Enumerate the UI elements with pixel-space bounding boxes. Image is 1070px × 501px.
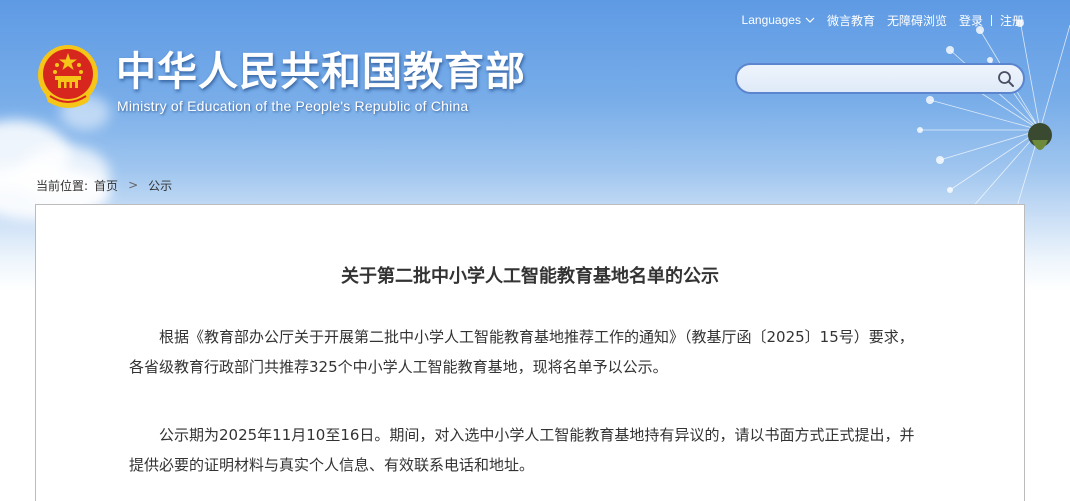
chevron-down-icon	[805, 17, 815, 23]
breadcrumb-home-link[interactable]: 首页	[94, 177, 118, 194]
breadcrumb-prefix: 当前位置:	[36, 178, 89, 193]
weibo-link[interactable]: 微言教育	[827, 12, 875, 29]
article-paragraph: 根据《教育部办公厅关于开展第二批中小学人工智能教育基地推荐工作的通知》（教基厅函…	[129, 328, 914, 376]
page: Languages 微言教育 无障碍浏览 登录 注册 中华人民共和国教育部 Mi…	[0, 0, 1070, 501]
breadcrumb: 当前位置: 首页 > 公示	[36, 177, 172, 193]
breadcrumb-separator: >	[128, 178, 139, 192]
search-box	[735, 63, 1025, 94]
accessibility-link[interactable]: 无障碍浏览	[887, 12, 947, 29]
search-input[interactable]	[749, 69, 989, 89]
register-link[interactable]: 注册	[1000, 12, 1024, 29]
national-emblem-icon[interactable]	[36, 44, 100, 110]
article-paragraph: 公示期为2025年11月10至16日。期间，对入选中小学人工智能教育基地持有异议…	[129, 426, 915, 474]
site-title-en[interactable]: Ministry of Education of the People's Re…	[117, 98, 468, 114]
link-divider	[990, 14, 992, 26]
article-container: 关于第二批中小学人工智能教育基地名单的公示 根据《教育部办公厅关于开展第二批中小…	[35, 204, 1025, 501]
languages-label: Languages	[741, 13, 801, 27]
article-title: 关于第二批中小学人工智能教育基地名单的公示	[341, 266, 719, 287]
languages-dropdown[interactable]: Languages	[742, 13, 815, 27]
login-link[interactable]: 登录	[959, 12, 983, 29]
site-title-cn[interactable]: 中华人民共和国教育部	[116, 48, 526, 96]
breadcrumb-current-link[interactable]: 公示	[148, 177, 172, 194]
search-icon[interactable]	[997, 70, 1015, 88]
top-links: Languages 微言教育 无障碍浏览 登录 注册	[742, 11, 1024, 29]
